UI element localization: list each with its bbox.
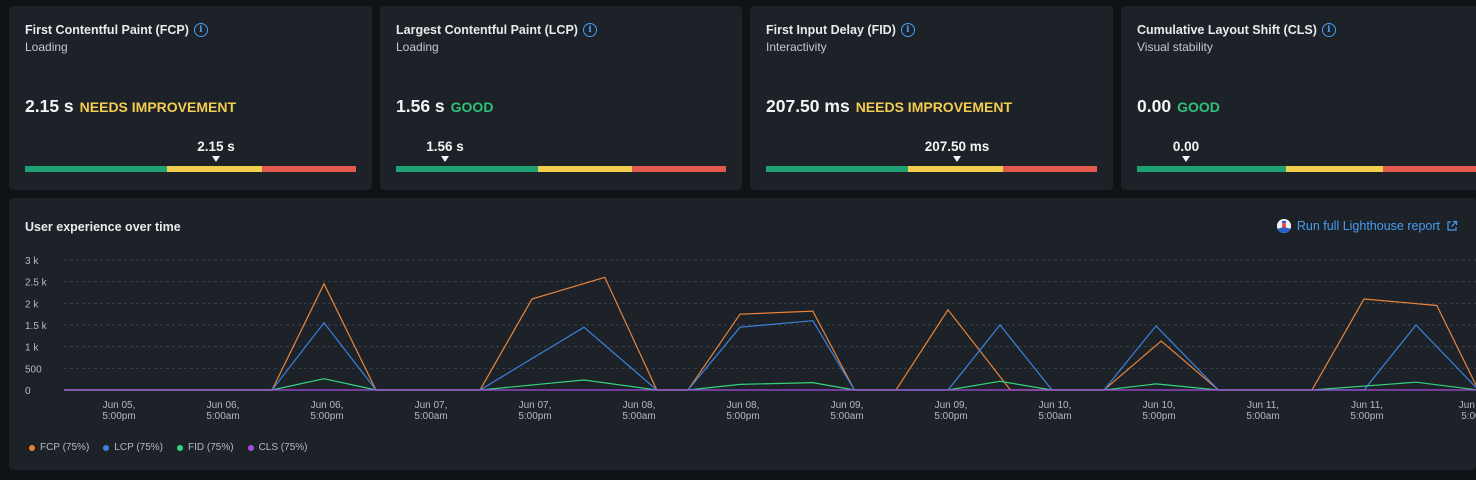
card-title: Largest Contentful Paint (LCP) i — [396, 23, 597, 37]
lighthouse-report-link[interactable]: Run full Lighthouse report — [1276, 219, 1458, 233]
card-subtitle: Visual stability — [1137, 40, 1213, 54]
legend-label: LCP (75%) — [114, 442, 164, 453]
info-icon[interactable]: i — [582, 23, 597, 37]
x-tick-label: 5:00pm — [1350, 411, 1383, 422]
legend-dot — [29, 444, 35, 451]
y-tick-label: 1 k — [25, 343, 39, 354]
legend-dot — [177, 444, 184, 451]
legend-label: FID (75%) — [188, 442, 234, 453]
x-tick-label: Jun 06, — [311, 400, 344, 411]
status-label: GOOD — [450, 99, 494, 115]
threshold-bar — [396, 166, 726, 172]
card-title: First Input Delay (FID) i — [766, 23, 915, 37]
x-tick-label: Jun 09, — [935, 400, 968, 411]
card-subtitle: Loading — [25, 40, 68, 54]
threshold-bar — [25, 166, 356, 172]
card-subtitle: Interactivity — [766, 40, 827, 54]
y-tick-label: 1.5 k — [25, 321, 48, 332]
x-tick-label: 5:00am — [1246, 411, 1279, 422]
marker-label: 207.50 ms — [924, 139, 990, 154]
status-label: GOOD — [1177, 99, 1220, 115]
card-title: First Contentful Paint (FCP) i — [25, 23, 208, 37]
legend-label: FCP (75%) — [40, 442, 90, 453]
x-tick-label: 5:00pm — [518, 411, 551, 422]
lighthouse-icon — [1276, 219, 1291, 233]
metric-card-cls: Cumulative Layout Shift (CLS) i Visual st… — [1121, 6, 1476, 190]
card-subtitle: Loading — [396, 40, 439, 54]
marker-arrow-icon — [441, 156, 449, 162]
x-tick-label: Jun 1 — [1459, 400, 1476, 411]
lighthouse-link-label[interactable]: Run full Lighthouse report — [1297, 219, 1440, 233]
x-tick-label: Jun 10, — [1039, 400, 1072, 411]
y-tick-label: 500 — [25, 364, 42, 375]
threshold-bar — [1137, 166, 1476, 172]
x-tick-label: 5:00am — [206, 411, 239, 422]
x-tick-label: Jun 05, — [103, 400, 136, 411]
x-tick-label: 5:00am — [1038, 411, 1071, 422]
info-icon[interactable]: i — [900, 23, 915, 37]
x-tick-label: Jun 11, — [1247, 400, 1279, 411]
marker-arrow-icon — [212, 156, 220, 162]
info-icon[interactable]: i — [193, 23, 208, 37]
x-tick-label: 5:00pm — [934, 411, 967, 422]
metric-value: 0.00 GOOD — [1137, 96, 1220, 116]
x-tick-label: Jun 10, — [1143, 400, 1176, 411]
y-tick-label: 3 k — [25, 256, 39, 267]
x-tick-label: Jun 11, — [1351, 400, 1383, 411]
x-tick-label: Jun 09, — [831, 400, 864, 411]
x-tick-label: Jun 06, — [207, 400, 240, 411]
panel-title: User experience over time — [25, 220, 181, 234]
metric-value: 2.15 s NEEDS IMPROVEMENT — [25, 96, 237, 116]
x-tick-label: Jun 07, — [415, 400, 448, 411]
legend-dot — [247, 444, 254, 451]
y-tick-label: 2 k — [25, 299, 39, 310]
legend-item-lcp[interactable]: LCP (75%) — [103, 442, 163, 453]
y-tick-label: 2.5 k — [25, 278, 48, 289]
x-tick-label: 5:00am — [830, 411, 863, 422]
chart-legend: FCP (75%) LCP (75%) FID (75%) CLS (75%) — [29, 442, 307, 453]
marker-label: 1.56 s — [426, 139, 464, 154]
metric-value: 1.56 s GOOD — [396, 96, 494, 116]
y-tick-label: 0 — [25, 386, 31, 397]
status-label: NEEDS IMPROVEMENT — [855, 99, 1013, 115]
legend-item-fcp[interactable]: FCP (75%) — [29, 442, 89, 453]
x-tick-label: 5:00am — [414, 411, 447, 422]
metric-card-fid: First Input Delay (FID) i Interactivity 2… — [750, 6, 1113, 190]
x-tick-label: 5:00am — [622, 411, 655, 422]
legend-item-fid[interactable]: FID (75%) — [177, 442, 234, 453]
external-link-icon — [1447, 220, 1458, 231]
info-icon[interactable]: i — [1321, 23, 1336, 37]
metric-card-lcp: Largest Contentful Paint (LCP) i Loading … — [380, 6, 742, 190]
ux-over-time-panel: User experience over time Run full Light… — [9, 198, 1476, 470]
x-tick-label: 5:00 — [1461, 411, 1476, 422]
metric-card-fcp: First Contentful Paint (FCP) i Loading 2.… — [9, 6, 372, 190]
marker-arrow-icon — [953, 156, 961, 162]
x-tick-label: Jun 08, — [727, 400, 760, 411]
x-tick-label: 5:00pm — [1142, 411, 1175, 422]
x-tick-label: Jun 08, — [623, 400, 656, 411]
card-title: Cumulative Layout Shift (CLS) i — [1137, 23, 1336, 37]
x-tick-label: 5:00pm — [726, 411, 759, 422]
marker-label: 0.00 — [1172, 139, 1200, 154]
status-label: NEEDS IMPROVEMENT — [79, 99, 237, 115]
threshold-bar — [766, 166, 1097, 172]
legend-dot — [103, 444, 110, 451]
x-tick-label: Jun 07, — [519, 400, 552, 411]
x-tick-label: 5:00pm — [310, 411, 343, 422]
marker-arrow-icon — [1182, 156, 1190, 162]
legend-item-cls[interactable]: CLS (75%) — [247, 442, 308, 453]
legend-label: CLS (75%) — [258, 442, 308, 453]
x-tick-label: 5:00pm — [102, 411, 135, 422]
series-line-fcp — [64, 276, 1476, 391]
series-line-lcp — [64, 320, 1476, 391]
metric-value: 207.50 ms NEEDS IMPROVEMENT — [766, 96, 1013, 116]
marker-label: 2.15 s — [197, 139, 235, 154]
